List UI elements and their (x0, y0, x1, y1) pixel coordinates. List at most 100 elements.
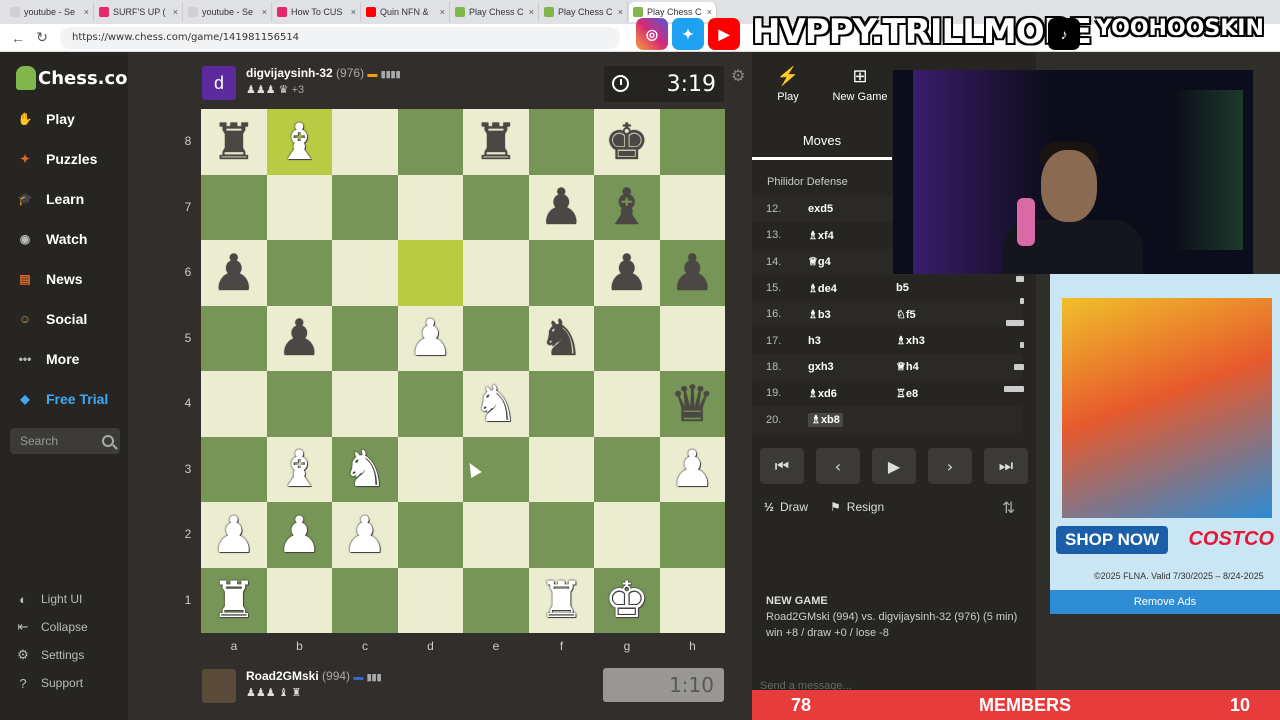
square-g2[interactable] (594, 502, 660, 568)
white-move[interactable]: ♗de4 (808, 282, 896, 295)
sidebar-item-learn[interactable]: 🎓 Learn (14, 188, 85, 210)
last-move-button[interactable]: ⏭ (984, 448, 1028, 484)
board-settings-gear-icon[interactable]: ⚙ (731, 66, 745, 86)
top-player-name[interactable]: digvijaysinh-32 (246, 66, 333, 80)
white-pawn-a2[interactable]: ♟ (201, 502, 267, 568)
sidebar-support[interactable]: ? Support (14, 674, 83, 692)
white-bishop-b3[interactable]: ♝ (267, 437, 333, 503)
square-a3[interactable] (201, 436, 267, 502)
moves-tab[interactable]: Moves (752, 128, 892, 160)
square-c4[interactable] (332, 371, 398, 437)
top-player-avatar[interactable]: d (202, 66, 236, 100)
square-h7[interactable] (659, 174, 725, 240)
square-c1[interactable] (332, 567, 398, 633)
square-f6[interactable] (528, 240, 594, 306)
tab-close-icon[interactable]: × (262, 7, 267, 17)
black-move[interactable]: ♘f5 (896, 308, 984, 321)
chess-board[interactable]: ♜ ♝ ♜ ♚ ♟ ♝ ♟ ♟ ♟ ♟ ♟ ♞ ♞ ♛ ♝ ♞ ♟ ♟ ♟ ♟ ♜ ♜ ♚ (201, 109, 725, 633)
white-rook-f1[interactable]: ♜ (529, 568, 595, 634)
square-c8[interactable] (332, 109, 398, 175)
black-king-g8[interactable]: ♚ (594, 109, 660, 175)
white-pawn-h3[interactable]: ♟ (660, 437, 726, 503)
square-h5[interactable] (659, 305, 725, 371)
square-a5[interactable] (201, 305, 267, 371)
square-d8[interactable] (397, 109, 463, 175)
tab-close-icon[interactable]: × (618, 7, 623, 17)
square-f4[interactable] (528, 371, 594, 437)
browser-tab[interactable]: Play Chess C × (540, 2, 628, 22)
browser-tab[interactable]: How To CUS × (273, 2, 361, 22)
back-icon[interactable]: ← (6, 30, 30, 46)
tab-close-icon[interactable]: × (351, 7, 356, 17)
reload-icon[interactable]: ↻ (30, 29, 54, 46)
square-e7[interactable] (463, 174, 529, 240)
square-f2[interactable] (528, 502, 594, 568)
square-e6[interactable] (463, 240, 529, 306)
white-pawn-c2[interactable]: ♟ (332, 502, 398, 568)
square-a7[interactable] (201, 174, 267, 240)
square-d7[interactable] (397, 174, 463, 240)
play-tab[interactable]: ⚡ Play (770, 66, 806, 103)
square-e5[interactable] (463, 305, 529, 371)
flip-board-icon[interactable]: ⇅ (1002, 498, 1015, 518)
white-move[interactable]: ♗xf4 (808, 229, 896, 242)
black-pawn-a6[interactable]: ♟ (201, 240, 267, 306)
white-king-g1[interactable]: ♚ (594, 568, 660, 634)
square-f3[interactable] (528, 436, 594, 502)
white-pawn-b2[interactable]: ♟ (267, 502, 333, 568)
square-b6[interactable] (266, 240, 332, 306)
first-move-button[interactable]: ⏮ (760, 448, 804, 484)
sidebar-item-more[interactable]: ••• More (14, 348, 80, 370)
black-knight-f5[interactable]: ♞ (529, 306, 595, 372)
black-pawn-g6[interactable]: ♟ (594, 240, 660, 306)
black-move[interactable]: b5 (896, 282, 984, 294)
black-pawn-b5[interactable]: ♟ (267, 306, 333, 372)
chess-logo[interactable]: Chess.com (16, 66, 146, 90)
sidebar-item-watch[interactable]: ◉ Watch (14, 228, 88, 250)
square-h2[interactable] (659, 502, 725, 568)
black-move[interactable]: ♗xh3 (896, 334, 984, 347)
square-b1[interactable] (266, 567, 332, 633)
white-pawn-d5[interactable]: ♟ (398, 306, 464, 372)
square-d1[interactable] (397, 567, 463, 633)
square-d6[interactable] (397, 240, 463, 306)
square-d2[interactable] (397, 502, 463, 568)
square-a4[interactable] (201, 371, 267, 437)
black-rook-e8[interactable]: ♜ (463, 109, 529, 175)
square-h8[interactable] (659, 109, 725, 175)
browser-tab[interactable]: youtube - Se × (6, 2, 94, 22)
square-d4[interactable] (397, 371, 463, 437)
sidebar-item-play[interactable]: ✋ Play (14, 108, 75, 130)
sidebar-item-puzzles[interactable]: ✦ Puzzles (14, 148, 97, 170)
white-move[interactable]: ♗xd6 (808, 387, 896, 400)
white-move[interactable]: ♗xb8 (808, 413, 896, 428)
black-rook-a8[interactable]: ♜ (201, 109, 267, 175)
play-moves-button[interactable]: ▶ (872, 448, 916, 484)
square-c7[interactable] (332, 174, 398, 240)
square-d3[interactable] (397, 436, 463, 502)
square-c6[interactable] (332, 240, 398, 306)
black-queen-h4[interactable]: ♛ (660, 371, 726, 437)
black-move[interactable]: ♕h4 (896, 360, 984, 373)
advertisement[interactable]: SHOP NOW COSTCO ©2025 FLNA. Valid 7/30/2… (1050, 274, 1280, 614)
sidebar-item-free-trial[interactable]: ◆ Free Trial (14, 388, 108, 410)
tab-close-icon[interactable]: × (173, 7, 178, 17)
square-g5[interactable] (594, 305, 660, 371)
white-move[interactable]: ♗b3 (808, 308, 896, 321)
white-knight-c3[interactable]: ♞ (332, 437, 398, 503)
square-e1[interactable] (463, 567, 529, 633)
white-bishop-b8[interactable]: ♝ (267, 109, 333, 175)
browser-tab[interactable]: Quin NFN & × (362, 2, 450, 22)
sidebar-light-ui[interactable]: ◐ Light UI (14, 590, 82, 608)
square-e2[interactable] (463, 502, 529, 568)
white-knight-e4[interactable]: ♞ (463, 371, 529, 437)
black-pawn-h6[interactable]: ♟ (660, 240, 726, 306)
square-b4[interactable] (266, 371, 332, 437)
square-g3[interactable] (594, 436, 660, 502)
square-g4[interactable] (594, 371, 660, 437)
black-move[interactable]: ♖e8 (896, 387, 984, 400)
sidebar-item-social[interactable]: ☺ Social (14, 308, 87, 330)
search-input[interactable]: Search (10, 428, 120, 454)
new-game-tab[interactable]: ⊞ New Game (830, 66, 890, 103)
white-rook-a1[interactable]: ♜ (201, 568, 267, 634)
